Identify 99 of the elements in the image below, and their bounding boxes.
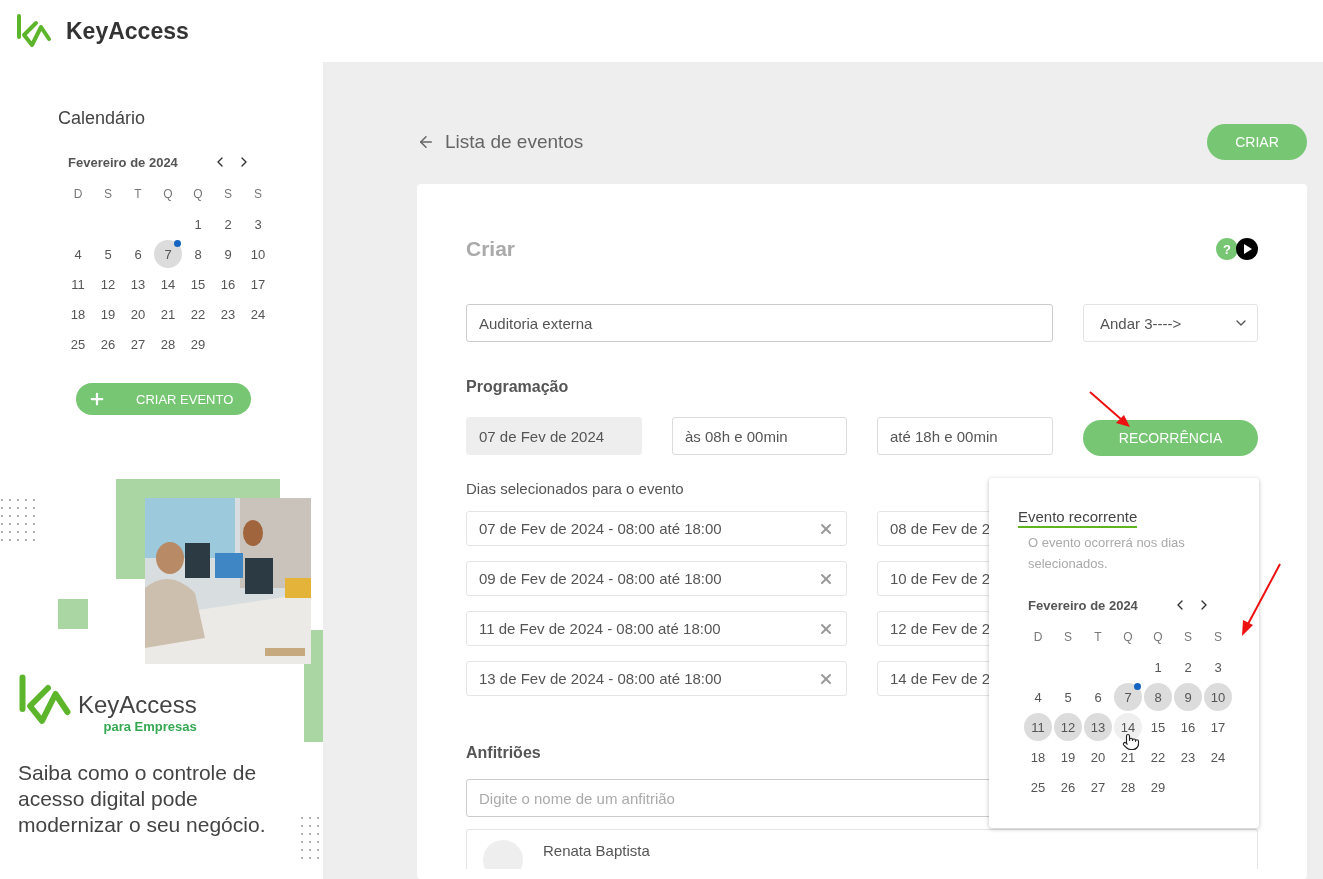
month-label: Fevereiro de 2024 [1028, 597, 1139, 613]
weekday-label: D [72, 186, 84, 203]
calendar-day[interactable]: 10 [244, 240, 272, 268]
weekday-label: T [1093, 629, 1103, 646]
selected-day-field[interactable]: 11 de Fev de 2024 - 08:00 até 18:00 [466, 611, 847, 646]
weekday-label: Q [1122, 629, 1134, 646]
calendar-day[interactable]: 6 [124, 240, 152, 268]
calendar-day[interactable]: 14 [154, 270, 182, 298]
start-time-field[interactable]: às 08h e 00min [672, 417, 847, 455]
brand-name: KeyAccess [66, 17, 189, 45]
calendar-day[interactable]: 12 [1054, 713, 1082, 741]
logo-icon [18, 673, 72, 727]
host-card[interactable]: Renata Baptista [466, 829, 1258, 869]
calendar-day[interactable]: 9 [1174, 683, 1202, 711]
calendar-day[interactable]: 20 [124, 300, 152, 328]
calendar-day[interactable]: 13 [1084, 713, 1112, 741]
calendar-title: Calendário [58, 108, 147, 129]
calendar-day[interactable]: 14 [1114, 713, 1142, 741]
ad-subbrand: para Empresas [103, 719, 197, 734]
weekday-label: S [1063, 629, 1073, 646]
calendar-day[interactable]: 18 [64, 300, 92, 328]
calendar-day[interactable]: 15 [1144, 713, 1172, 741]
hand-cursor-icon [1122, 733, 1140, 751]
calendar-day[interactable]: 20 [1084, 743, 1112, 771]
calendar-day[interactable]: 17 [244, 270, 272, 298]
weekday-label: Q [192, 186, 204, 203]
hosts-heading: Anfitriões [466, 744, 541, 762]
weekday-label: D [1032, 629, 1044, 646]
month-label: Fevereiro de 2024 [68, 154, 179, 170]
calendar-day[interactable]: 22 [184, 300, 212, 328]
calendar-day[interactable]: 15 [184, 270, 212, 298]
selected-day-field[interactable]: 09 de Fev de 2024 - 08:00 até 18:00 [466, 561, 847, 596]
decorative-square-icon [58, 599, 88, 629]
calendar-day[interactable]: 3 [1204, 653, 1232, 681]
calendar-day[interactable]: 2 [1174, 653, 1202, 681]
calendar-day[interactable]: 18 [1024, 743, 1052, 771]
calendar-day[interactable]: 2 [214, 210, 242, 238]
calendar-day[interactable]: 11 [64, 270, 92, 298]
calendar-day[interactable]: 3 [244, 210, 272, 238]
form-title: Criar [466, 237, 516, 261]
selected-day-field[interactable]: 13 de Fev de 2024 - 08:00 até 18:00 [466, 661, 847, 696]
calendar-day[interactable]: 23 [1174, 743, 1202, 771]
calendar-day[interactable]: 4 [64, 240, 92, 268]
calendar-day[interactable]: 24 [1204, 743, 1232, 771]
dot-pattern-icon [0, 498, 36, 542]
back-link[interactable]: Lista de eventos [417, 131, 584, 153]
dot-pattern-icon [300, 816, 320, 860]
weekday-label: S [223, 186, 233, 203]
event-name-field[interactable]: Auditoria externa [466, 304, 1053, 342]
logo-icon [16, 13, 52, 49]
calendar-day[interactable]: 28 [154, 330, 182, 358]
date-field[interactable]: 07 de Fev de 2024 [466, 417, 642, 455]
location-select[interactable]: Andar 3----> [1083, 304, 1258, 342]
weekday-label: S [103, 186, 113, 203]
calendar-day[interactable]: 21 [154, 300, 182, 328]
calendar-day[interactable]: 16 [1174, 713, 1202, 741]
calendar-day[interactable]: 10 [1204, 683, 1232, 711]
calendar-day[interactable]: 7 [154, 240, 182, 268]
weekday-label: S [1183, 629, 1193, 646]
calendar-day[interactable]: 13 [124, 270, 152, 298]
schedule-heading: Programação [466, 378, 569, 396]
calendar-day[interactable]: 22 [1144, 743, 1172, 771]
calendar-day[interactable]: 12 [94, 270, 122, 298]
calendar-day[interactable]: 25 [64, 330, 92, 358]
calendar-day[interactable]: 4 [1024, 683, 1052, 711]
calendar-day[interactable]: 16 [214, 270, 242, 298]
calendar-day[interactable]: 29 [184, 330, 212, 358]
calendar-day[interactable]: 8 [184, 240, 212, 268]
calendar-day[interactable]: 17 [1204, 713, 1232, 741]
calendar-day[interactable]: 7 [1114, 683, 1142, 711]
ad-brand-name: KeyAccess [78, 691, 197, 719]
end-time-field[interactable]: até 18h e 00min [877, 417, 1053, 455]
calendar-day[interactable]: 11 [1024, 713, 1052, 741]
weekday-label: Q [1152, 629, 1164, 646]
weekday-label: S [1213, 629, 1223, 646]
weekday-label: T [133, 186, 143, 203]
popover-description: O evento ocorrerá nos dias selecionados. [1028, 534, 1186, 573]
selected-days-label: Dias selecionados para o evento [466, 480, 684, 497]
calendar-day[interactable]: 6 [1084, 683, 1112, 711]
calendar-day[interactable]: 19 [1054, 743, 1082, 771]
calendar-day[interactable]: 1 [184, 210, 212, 238]
calendar-day[interactable]: 24 [244, 300, 272, 328]
selected-day-field[interactable]: 07 de Fev de 2024 - 08:00 até 18:00 [466, 511, 847, 546]
calendar-day[interactable]: 19 [94, 300, 122, 328]
calendar-day[interactable]: 5 [1054, 683, 1082, 711]
popover-title: Evento recorrente [1018, 508, 1138, 528]
ad-tagline: Saiba como o controle de acesso digital pode modernizar o seu negócio. [18, 760, 267, 838]
calendar-day[interactable]: 8 [1144, 683, 1172, 711]
calendar-day[interactable]: 26 [94, 330, 122, 358]
calendar-day[interactable]: 5 [94, 240, 122, 268]
calendar-day[interactable]: 23 [214, 300, 242, 328]
weekday-label: Q [162, 186, 174, 203]
calendar-day[interactable]: 21 [1114, 743, 1142, 771]
calendar-day[interactable]: 1 [1144, 653, 1172, 681]
plus-icon [88, 390, 106, 408]
weekday-label: S [253, 186, 263, 203]
calendar-day[interactable]: 27 [124, 330, 152, 358]
calendar-day[interactable]: 9 [214, 240, 242, 268]
play-icon[interactable] [1236, 238, 1258, 260]
